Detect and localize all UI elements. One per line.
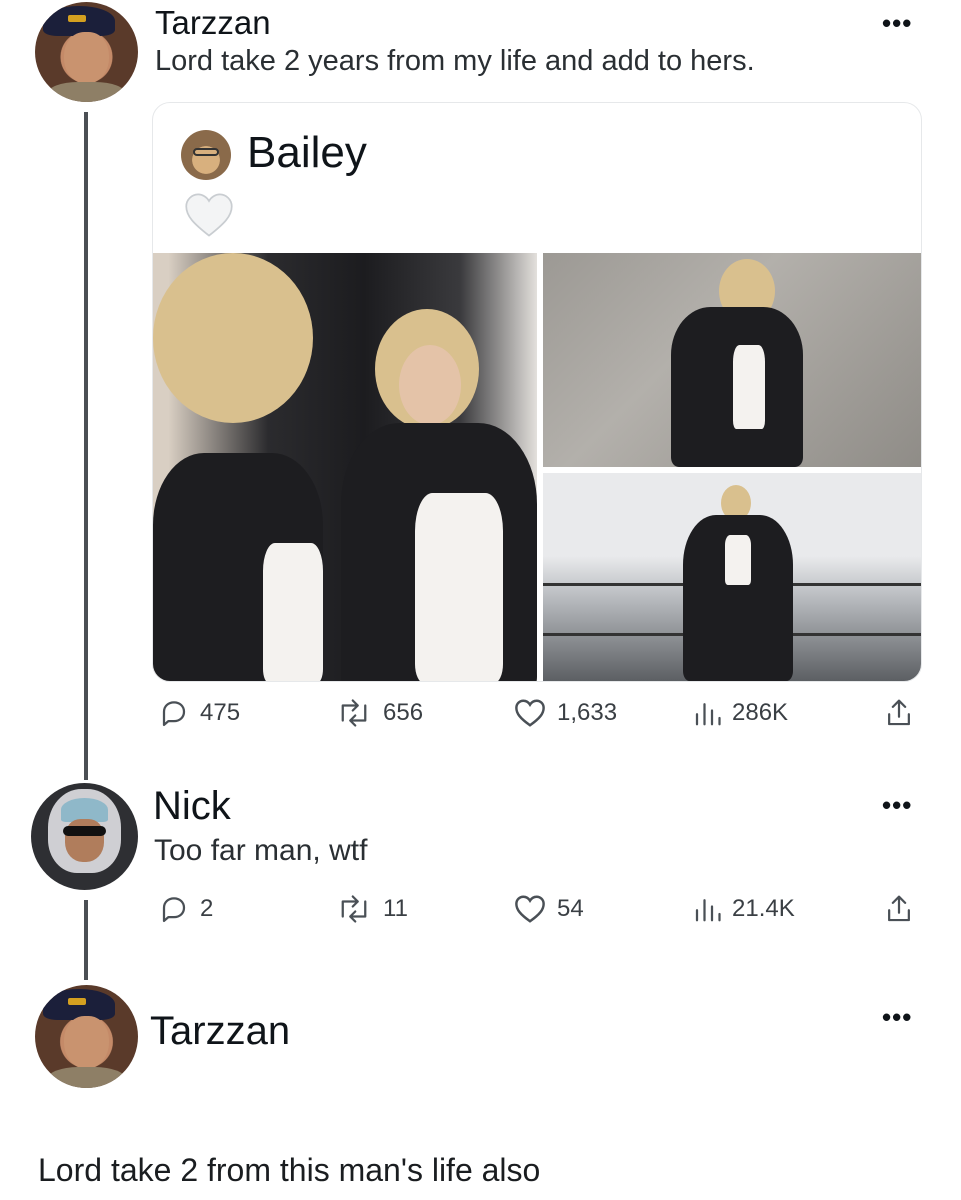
- reply-author-name[interactable]: Tarzzan: [150, 1011, 290, 1051]
- beanie-shape: [60, 797, 109, 822]
- top-shape: [733, 345, 765, 429]
- reply-icon: [162, 701, 186, 726]
- thread-connector: [84, 900, 88, 980]
- reply-stat[interactable]: 475: [158, 698, 240, 728]
- heart-icon: [515, 895, 545, 923]
- views-count: 286K: [732, 699, 789, 726]
- reply-icon: [162, 897, 186, 922]
- mirror-photo[interactable]: [153, 253, 537, 681]
- repost-icon: [341, 895, 367, 923]
- heart-icon: [185, 193, 233, 237]
- share-icon: [888, 699, 910, 726]
- views-count: 21.4K: [732, 895, 795, 922]
- post-author-name[interactable]: Tarzzan: [155, 6, 271, 39]
- reply-text: Too far man, wtf: [154, 834, 368, 867]
- reply-author-name[interactable]: Nick: [153, 786, 231, 826]
- hair-shape: [153, 253, 313, 423]
- like-count: 1,633: [557, 699, 618, 726]
- repost-icon: [341, 699, 367, 727]
- nick-avatar[interactable]: [31, 783, 138, 890]
- top-shape: [725, 535, 751, 585]
- face-shape: [399, 345, 461, 425]
- face-shape: [63, 1015, 110, 1070]
- views-icon: [695, 703, 721, 726]
- post-text: Lord take 2 years from my life and add t…: [155, 45, 755, 77]
- tarzzan-avatar[interactable]: [35, 985, 138, 1088]
- repost-count: 11: [383, 895, 408, 922]
- repost-stat[interactable]: 656: [335, 698, 423, 728]
- quoted-author-name[interactable]: Bailey: [247, 131, 367, 175]
- views-icon: [695, 899, 721, 922]
- bailey-avatar[interactable]: [181, 130, 231, 180]
- repost-stat[interactable]: 11: [335, 894, 408, 924]
- corset-shape: [415, 493, 503, 681]
- more-options-icon[interactable]: •••: [882, 8, 912, 39]
- more-options-icon[interactable]: •••: [882, 1002, 912, 1033]
- face-shape: [63, 32, 110, 84]
- rink-photo[interactable]: [543, 473, 921, 681]
- like-count: 54: [557, 895, 584, 922]
- wall-photo[interactable]: [543, 253, 921, 467]
- repost-count: 656: [383, 699, 424, 726]
- shirt-shape: [47, 82, 126, 102]
- reply-count: 2: [200, 895, 214, 922]
- views-stat[interactable]: 21.4K: [692, 894, 795, 924]
- tarzzan-avatar[interactable]: [35, 2, 138, 102]
- share-icon: [888, 895, 910, 922]
- share-button[interactable]: [884, 893, 914, 925]
- like-stat[interactable]: 1,633: [513, 698, 617, 728]
- glasses-shape: [63, 825, 106, 837]
- reply-text: Lord take 2 from this man's life also: [38, 1152, 541, 1188]
- like-stat[interactable]: 54: [513, 894, 584, 924]
- quoted-post-card[interactable]: Bailey: [152, 102, 922, 682]
- shirt-shape: [47, 1067, 126, 1088]
- reply-stat[interactable]: 2: [158, 894, 213, 924]
- cap-shape: [43, 989, 116, 1020]
- reply-count: 475: [200, 699, 241, 726]
- top-shape: [263, 543, 323, 681]
- share-button[interactable]: [884, 697, 914, 729]
- thread-connector: [84, 112, 88, 780]
- views-stat[interactable]: 286K: [692, 698, 788, 728]
- more-options-icon[interactable]: •••: [882, 790, 912, 821]
- heart-icon: [515, 699, 545, 727]
